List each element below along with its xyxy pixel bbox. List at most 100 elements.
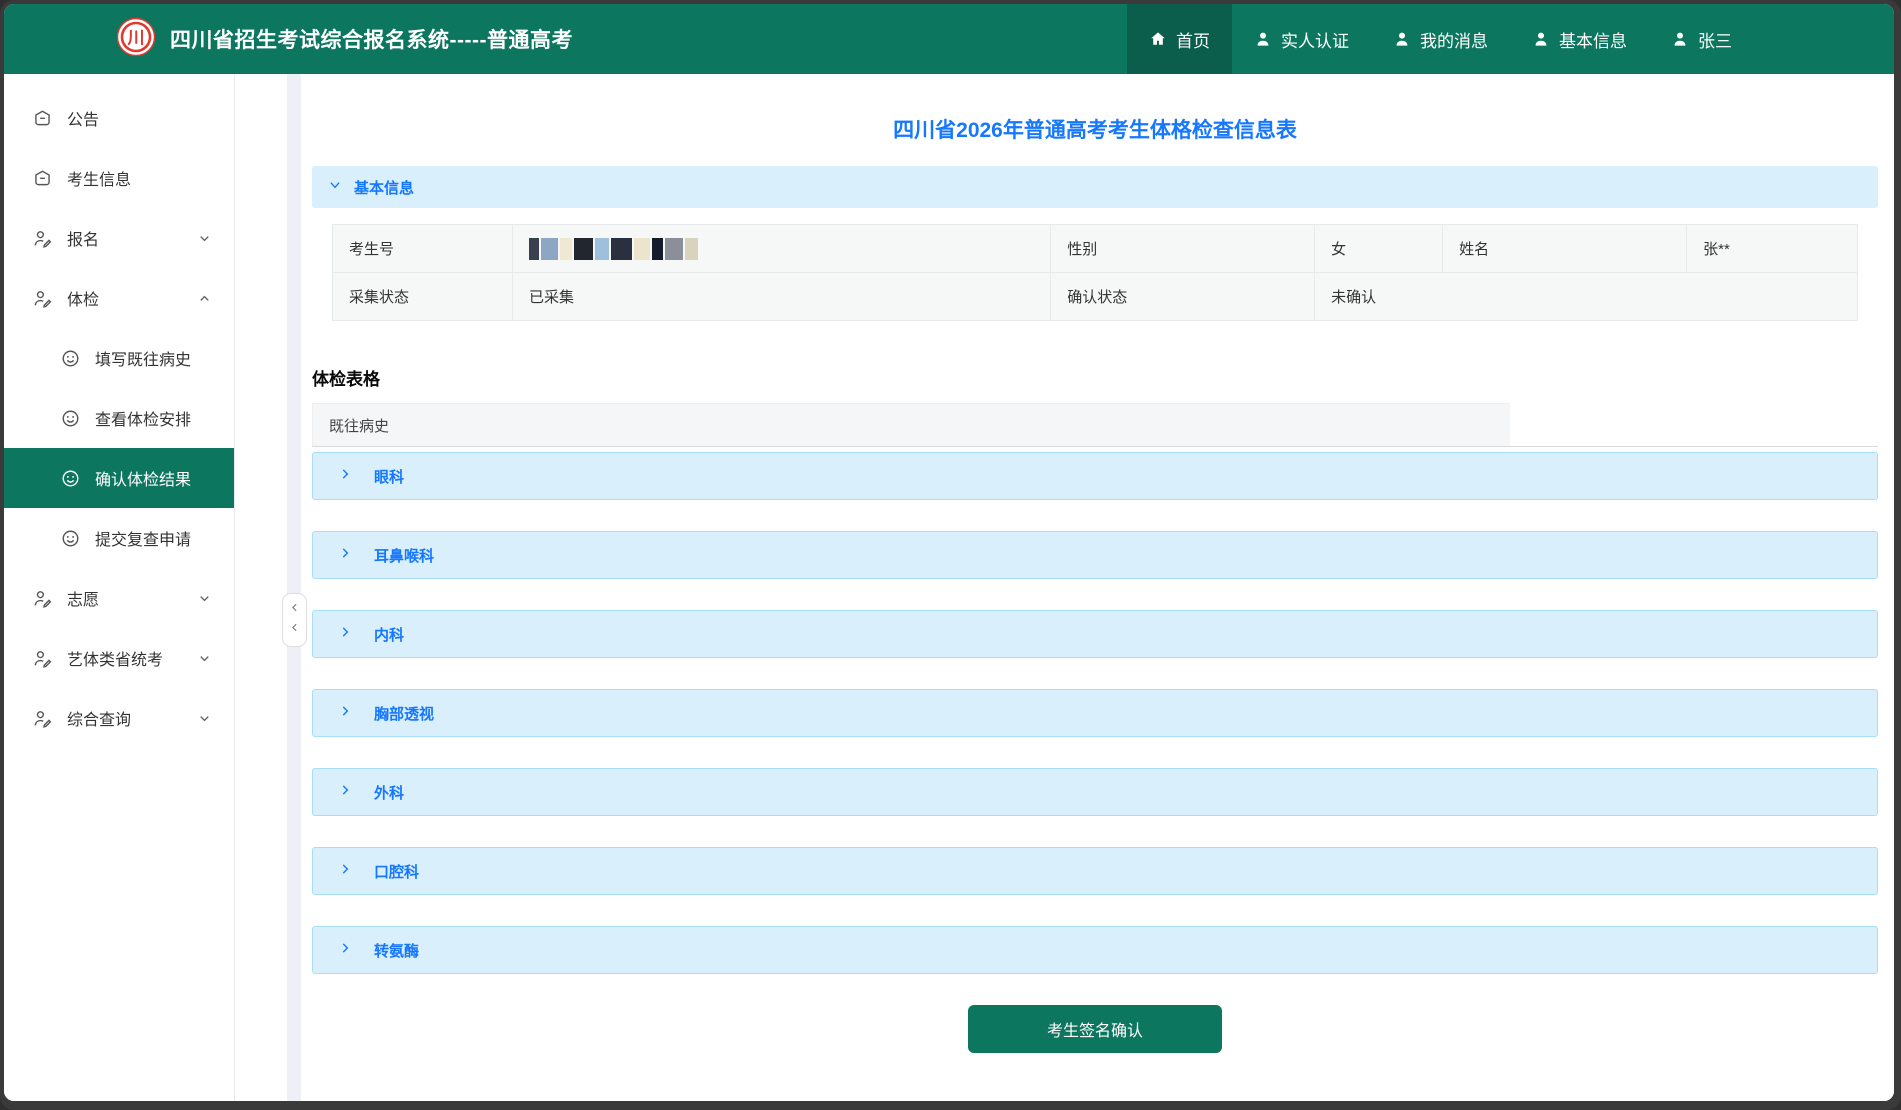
exam-section-label: 胸部透视 [374, 705, 435, 723]
sidebar-item-view-schedule[interactable]: 查看体检安排 [4, 388, 234, 448]
exam-form-heading: 体检表格 [312, 370, 380, 389]
name-label: 姓名 [1442, 224, 1688, 273]
user-icon [1671, 30, 1689, 48]
exam-section-ent[interactable]: 耳鼻喉科 [312, 531, 1878, 579]
user-edit-icon [32, 228, 53, 249]
redaction-block [528, 237, 539, 260]
user-edit-icon [32, 588, 53, 609]
collection-status-label: 采集状态 [332, 272, 513, 321]
sidebar-item-arts-sports[interactable]: 艺体类省统考 [4, 628, 234, 688]
chevron-down-icon [197, 591, 212, 606]
sidebar-item-label: 提交复查申请 [95, 532, 192, 549]
nav-item-label: 基本信息 [1559, 31, 1627, 51]
nav-item-basicinfo[interactable]: 基本信息 [1510, 4, 1649, 74]
sidebar-item-fill-history[interactable]: 填写既往病史 [4, 328, 234, 388]
main-area: 四川省2026年普通高考考生体格检查信息表 基本信息 考生号 性别 女 姓名 张… [235, 74, 1894, 1101]
candidate-sign-confirm-button[interactable]: 考生签名确认 [968, 1005, 1222, 1053]
exam-section-label: 耳鼻喉科 [374, 547, 435, 565]
sidebar-item-review-request[interactable]: 提交复查申请 [4, 508, 234, 568]
page-content: 四川省2026年普通高考考生体格检查信息表 基本信息 考生号 性别 女 姓名 张… [312, 74, 1878, 1101]
badge-icon [32, 108, 53, 129]
sidebar-item-preferences[interactable]: 志愿 [4, 568, 234, 628]
smiley-icon [60, 528, 81, 549]
exam-sections: 眼科耳鼻喉科内科胸部透视外科口腔科转氨酶 [312, 452, 1878, 974]
exam-section-dental[interactable]: 口腔科 [312, 847, 1878, 895]
confirm-status-value: 未确认 [1314, 272, 1858, 321]
redaction-block [664, 237, 683, 260]
user-edit-icon [32, 288, 53, 309]
top-nav: 首页 实人认证 我的消息 基本信息 张三 [1127, 4, 1894, 74]
app-window: 川 四川省招生考试综合报名系统-----普通高考 首页 实人认证 我的消息 基本信息张… [4, 4, 1894, 1101]
exam-section-surgery[interactable]: 外科 [312, 768, 1878, 816]
exam-section-chest-xray[interactable]: 胸部透视 [312, 689, 1878, 737]
chevron-left-icon [288, 621, 301, 639]
nav-item-label: 我的消息 [1420, 31, 1488, 51]
redaction-block [684, 237, 698, 260]
exam-section-ophthalmology[interactable]: 眼科 [312, 452, 1878, 500]
user-edit-icon [32, 648, 53, 669]
exam-section-label: 口腔科 [374, 863, 420, 881]
basic-info-section-title: 基本信息 [354, 179, 415, 197]
sidebar-item-label: 确认体检结果 [95, 472, 192, 489]
sidebar-item-physical-exam[interactable]: 体检 [4, 268, 234, 328]
home-icon [1149, 30, 1167, 48]
sidebar-item-label: 公告 [67, 112, 100, 129]
sidebar-item-label: 考生信息 [67, 172, 132, 189]
redaction-block [594, 237, 609, 260]
sidebar-collapse-handle[interactable] [282, 593, 307, 647]
nav-item-messages[interactable]: 我的消息 [1371, 4, 1510, 74]
nav-item-home[interactable]: 首页 [1127, 4, 1232, 74]
user-edit-icon [32, 708, 53, 729]
chevron-down-icon [328, 178, 342, 196]
redacted-mosaic [528, 237, 1034, 261]
sidebar-item-confirm-result[interactable]: 确认体检结果 [4, 448, 234, 508]
brand: 川 四川省招生考试综合报名系统-----普通高考 [116, 4, 573, 74]
chevron-right-icon [338, 467, 352, 485]
medical-history-label: 既往病史 [312, 403, 1510, 446]
page-title: 四川省2026年普通高考考生体格检查信息表 [893, 119, 1297, 142]
nav-item-user[interactable]: 张三 [1649, 4, 1754, 74]
medical-history-row: 既往病史 [312, 403, 1878, 447]
redaction-block [651, 237, 663, 260]
candidate-no-value-redacted [511, 224, 1052, 273]
sidebar-item-label: 查看体检安排 [95, 412, 192, 429]
sidebar-item-announcements[interactable]: 公告 [4, 88, 234, 148]
user-icon [1254, 30, 1272, 48]
exam-section-label: 眼科 [374, 468, 405, 486]
redaction-block [610, 237, 632, 260]
redaction-block [540, 237, 558, 260]
nav-item-real-auth[interactable]: 实人认证 [1232, 4, 1371, 74]
exam-section-internal-med[interactable]: 内科 [312, 610, 1878, 658]
user-icon [1532, 30, 1550, 48]
screenshot-frame: 川 四川省招生考试综合报名系统-----普通高考 首页 实人认证 我的消息 基本信息张… [0, 0, 1901, 1110]
chevron-left-icon [288, 601, 301, 619]
sidebar-item-label: 体检 [67, 292, 100, 309]
nav-item-label: 实人认证 [1281, 31, 1349, 51]
chevron-right-icon [338, 704, 352, 722]
basic-info-section-header[interactable]: 基本信息 [312, 166, 1878, 208]
redaction-block [633, 237, 650, 260]
basic-info-table: 考生号 性别 女 姓名 张** 采集状态 已采集 确认状态 未确认 [332, 224, 1858, 321]
chevron-down-icon [197, 711, 212, 726]
app-title: 四川省招生考试综合报名系统-----普通高考 [170, 29, 573, 52]
sidebar-item-candidate-info[interactable]: 考生信息 [4, 148, 234, 208]
exam-section-label: 内科 [374, 626, 405, 644]
nav-item-label: 张三 [1698, 31, 1732, 51]
table-row: 采集状态 已采集 确认状态 未确认 [332, 272, 1858, 321]
candidate-no-label: 考生号 [332, 224, 513, 273]
gender-value: 女 [1314, 224, 1444, 273]
exam-section-label: 转氨酶 [374, 942, 420, 960]
chevron-down-icon [197, 651, 212, 666]
collection-status-value: 已采集 [511, 272, 1052, 321]
svg-text:川: 川 [127, 28, 145, 47]
chevron-down-icon [197, 231, 212, 246]
sidebar: 公告考生信息报名体检填写既往病史查看体检安排 确认体检结果 提交复查申请志愿 艺体类省… [4, 74, 235, 1101]
sidebar-item-registration[interactable]: 报名 [4, 208, 234, 268]
sichuan-admissions-seal-logo: 川 [116, 17, 156, 62]
badge-icon [32, 168, 53, 189]
exam-section-transaminase[interactable]: 转氨酶 [312, 926, 1878, 974]
name-value: 张** [1686, 224, 1858, 273]
table-row: 考生号 性别 女 姓名 张** [332, 224, 1858, 273]
exam-section-label: 外科 [374, 784, 405, 802]
sidebar-item-general-query[interactable]: 综合查询 [4, 688, 234, 748]
